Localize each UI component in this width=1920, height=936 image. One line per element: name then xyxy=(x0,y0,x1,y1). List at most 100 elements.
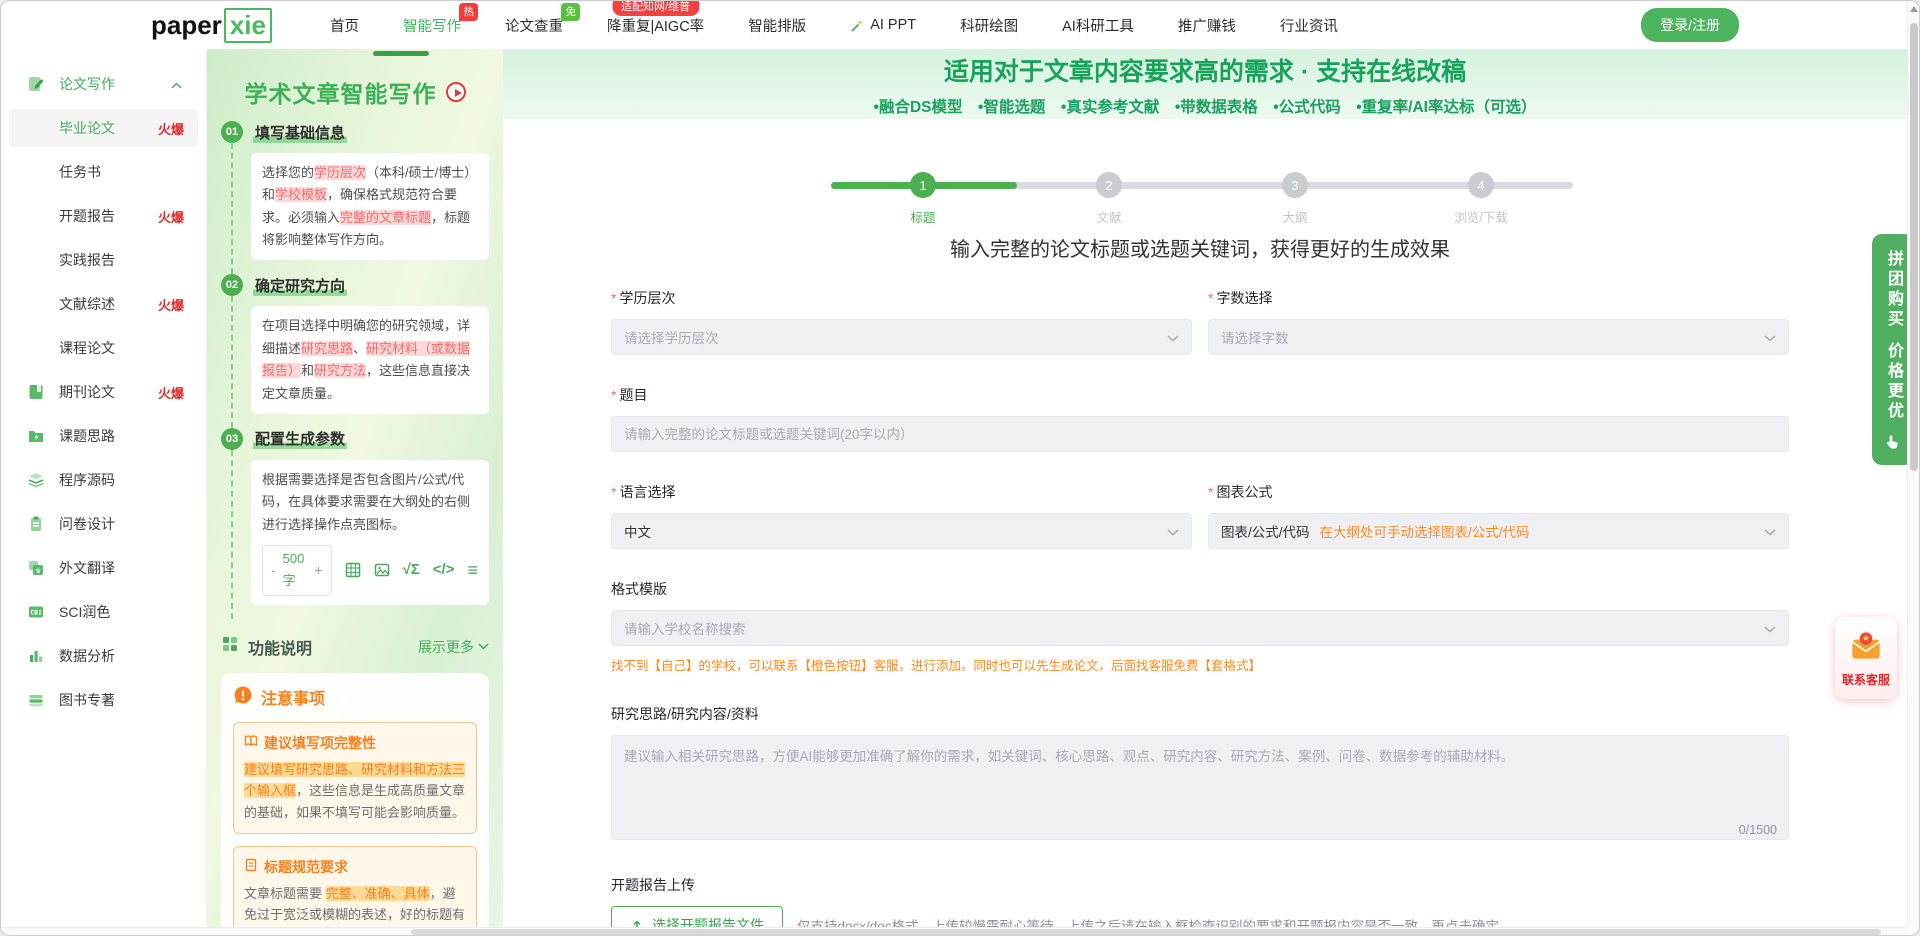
step-circle-title[interactable]: 1 xyxy=(910,172,936,198)
step-title: 填写基础信息 xyxy=(253,122,347,143)
word-count-stepper[interactable]: - 500 字 + xyxy=(262,545,332,596)
show-more-link[interactable]: 展示更多 xyxy=(418,637,489,657)
sidebar-group-paper-writing[interactable]: 论文写作 xyxy=(9,65,198,103)
title-input[interactable] xyxy=(611,416,1789,452)
sci-icon xyxy=(27,603,45,621)
table-icon[interactable] xyxy=(345,562,361,578)
hot-label: 火爆 xyxy=(158,119,184,138)
school-template-select[interactable]: 请输入学校名称搜索 xyxy=(611,610,1789,646)
notice-card-title-rules: 标题规范要求 文章标题需要 完整、准确、具体，避免过于宽泛或模糊的表述，好的标题… xyxy=(233,846,477,927)
hot-label: 火爆 xyxy=(158,295,184,314)
word-count-field-group: *字数选择 请选择字数 xyxy=(1208,288,1789,355)
navbar: paper xie 首页 智能写作 热 论文查重 免 适配知网/维普 降重复|A… xyxy=(1,1,1907,49)
hot-badge: 热 xyxy=(459,3,478,21)
upload-proposal-button[interactable]: 选择开题报告文件 xyxy=(611,906,783,927)
bar-chart-icon xyxy=(27,647,45,665)
vertical-scrollbar-thumb[interactable] xyxy=(1910,23,1918,471)
nav-item-home[interactable]: 首页 xyxy=(330,15,359,36)
nav-item-promotion[interactable]: 推广赚钱 xyxy=(1178,15,1236,36)
char-counter: 0/1500 xyxy=(1739,823,1777,837)
main-content: 适用对于文章内容要求高的需求 · 支持在线改稿 •融合DS模型 •智能选题 •真… xyxy=(503,49,1907,927)
vertical-scrollbar[interactable] xyxy=(1907,1,1919,927)
plus-icon[interactable]: + xyxy=(314,558,322,582)
play-video-icon[interactable] xyxy=(446,82,466,102)
image-icon[interactable] xyxy=(374,562,390,578)
language-field-group: *语言选择 中文 xyxy=(611,482,1192,549)
sidebar-item-foreign-translation[interactable]: 外文翻译 xyxy=(9,549,198,587)
sidebar-item-journal-paper[interactable]: 期刊论文 火爆 xyxy=(9,373,198,411)
guide-scroll-indicator[interactable] xyxy=(373,51,429,56)
chart-formula-select[interactable]: 图表/公式/代码 在大纲处可手动选择图表/公式/代码 xyxy=(1208,513,1789,549)
generation-params: - 500 字 + √Σ </> ≡ xyxy=(262,545,478,596)
open-book-icon xyxy=(244,732,258,755)
hot-label: 火爆 xyxy=(158,383,184,402)
sidebar-item-data-analysis[interactable]: 数据分析 xyxy=(9,637,198,675)
formula-icon[interactable]: √Σ xyxy=(403,557,420,583)
sidebar-item-book-monograph[interactable]: 图书专著 xyxy=(9,681,198,719)
step-circle-refs[interactable]: 2 xyxy=(1096,172,1122,198)
nav-item-typeset[interactable]: 智能排版 xyxy=(748,15,806,36)
nav-item-sci-drawing[interactable]: 科研绘图 xyxy=(960,15,1018,36)
document-icon xyxy=(244,856,258,879)
chevron-down-icon xyxy=(1764,524,1776,539)
guide-step-3: 03 配置生成参数 根据需要选择是否包含图片/公式/代码，在具体要求需要在大纲处… xyxy=(221,428,489,619)
wand-icon xyxy=(850,18,865,33)
progress-bar xyxy=(831,182,1573,189)
translate-icon xyxy=(27,559,45,577)
step-description: 根据需要选择是否包含图片/公式/代码，在具体要求需要在大纲处的右侧进行选择操作点… xyxy=(251,460,489,605)
education-select[interactable]: 请选择学历层次 xyxy=(611,319,1192,355)
sidebar-item-practice-report[interactable]: 实践报告 xyxy=(9,241,198,279)
customer-service-icon xyxy=(1846,629,1886,668)
step-title: 确定研究方向 xyxy=(253,275,347,296)
minus-icon[interactable]: - xyxy=(271,558,276,582)
logo[interactable]: paper xie xyxy=(151,8,272,43)
research-textarea[interactable] xyxy=(611,735,1789,840)
upload-field-group: 开题报告上传 选择开题报告文件 仅支持docx/doc格式，上传较慢需耐心等待，… xyxy=(611,875,1789,927)
education-field-group: *学历层次 请选择学历层次 xyxy=(611,288,1192,355)
features-section-header: 功能说明 展示更多 xyxy=(221,635,489,659)
language-select[interactable]: 中文 xyxy=(611,513,1192,549)
folder-bolt-icon xyxy=(27,427,45,445)
nav-item-industry-news[interactable]: 行业资讯 xyxy=(1280,15,1338,36)
step-circle-outline[interactable]: 3 xyxy=(1282,172,1308,198)
sidebar-item-course-paper[interactable]: 课程论文 xyxy=(9,329,198,367)
horizontal-scrollbar-thumb[interactable] xyxy=(411,929,1881,935)
outline-lines-icon[interactable]: ≡ xyxy=(467,555,478,586)
nav-item-ai-writing[interactable]: 智能写作 热 xyxy=(403,15,461,36)
template-help-text: 找不到【自己】的学校，可以联系【橙色按钮】客服，进行添加。同时也可以先生成论文，… xyxy=(611,655,1789,674)
sidebar-item-proposal-report[interactable]: 开题报告 火爆 xyxy=(9,197,198,235)
chevron-down-icon xyxy=(478,643,489,650)
horizontal-scrollbar[interactable] xyxy=(1,927,1907,935)
hot-label: 火爆 xyxy=(158,207,184,226)
sidebar-item-graduation-thesis[interactable]: 毕业论文 火爆 xyxy=(9,109,198,147)
sidebar-item-literature-review[interactable]: 文献综述 火爆 xyxy=(9,285,198,323)
customer-service-widget[interactable]: 联系客服 xyxy=(1835,617,1897,699)
sidebar-item-questionnaire-design[interactable]: 问卷设计 xyxy=(9,505,198,543)
nav-item-plagiarism-check[interactable]: 论文查重 免 xyxy=(505,15,563,36)
word-count-select[interactable]: 请选择字数 xyxy=(1208,319,1789,355)
chevron-down-icon xyxy=(1764,330,1776,345)
step-circle-download[interactable]: 4 xyxy=(1468,172,1494,198)
compat-ribbon: 适配知网/维普 xyxy=(612,0,699,16)
nav-item-reduce-aigc[interactable]: 适配知网/维普 降重复|AIGC率 xyxy=(607,15,704,36)
journal-icon xyxy=(27,383,45,401)
page-title: 输入完整的论文标题或选题关键词，获得更好的生成效果 xyxy=(611,233,1789,262)
clipboard-icon xyxy=(27,515,45,533)
chevron-down-icon xyxy=(1167,524,1179,539)
sidebar-item-sci-polish[interactable]: SCI润色 xyxy=(9,593,198,631)
sidebar-item-topic-ideas[interactable]: 课题思路 xyxy=(9,417,198,455)
notice-panel: 注意事项 建议填写项完整性 建议填写研究思路、研究材料和方法三个输入框，这些信息… xyxy=(221,673,489,927)
step-description: 在项目选择中明确您的研究领域，详细描述研究思路、研究材料（或数据报告）和研究方法… xyxy=(251,306,489,413)
page: paper xie 首页 智能写作 热 论文查重 免 适配知网/维普 降重复|A… xyxy=(0,0,1920,936)
login-button[interactable]: 登录/注册 xyxy=(1641,8,1739,42)
nav-item-ai-research-tools[interactable]: AI科研工具 xyxy=(1062,15,1134,36)
step-description: 选择您的学历层次（本科/硕士/博士）和学校模板，确保格式规范符合要求。必须输入完… xyxy=(251,153,489,260)
nav-item-ai-ppt[interactable]: AI PPT xyxy=(850,17,916,33)
sidebar-item-task-book[interactable]: 任务书 xyxy=(9,153,198,191)
chevron-down-icon xyxy=(1167,330,1179,345)
code-icon[interactable]: </> xyxy=(433,557,455,583)
sidebar-item-source-code[interactable]: 程序源码 xyxy=(9,461,198,499)
guide-step-2: 02 确定研究方向 在项目选择中明确您的研究领域，详细描述研究思路、研究材料（或… xyxy=(221,274,489,427)
scroll-up-arrow-icon[interactable] xyxy=(1910,6,1918,12)
promo-points: •融合DS模型 •智能选题 •真实参考文献 •带数据表格 •公式代码 •重复率/… xyxy=(874,95,1537,117)
